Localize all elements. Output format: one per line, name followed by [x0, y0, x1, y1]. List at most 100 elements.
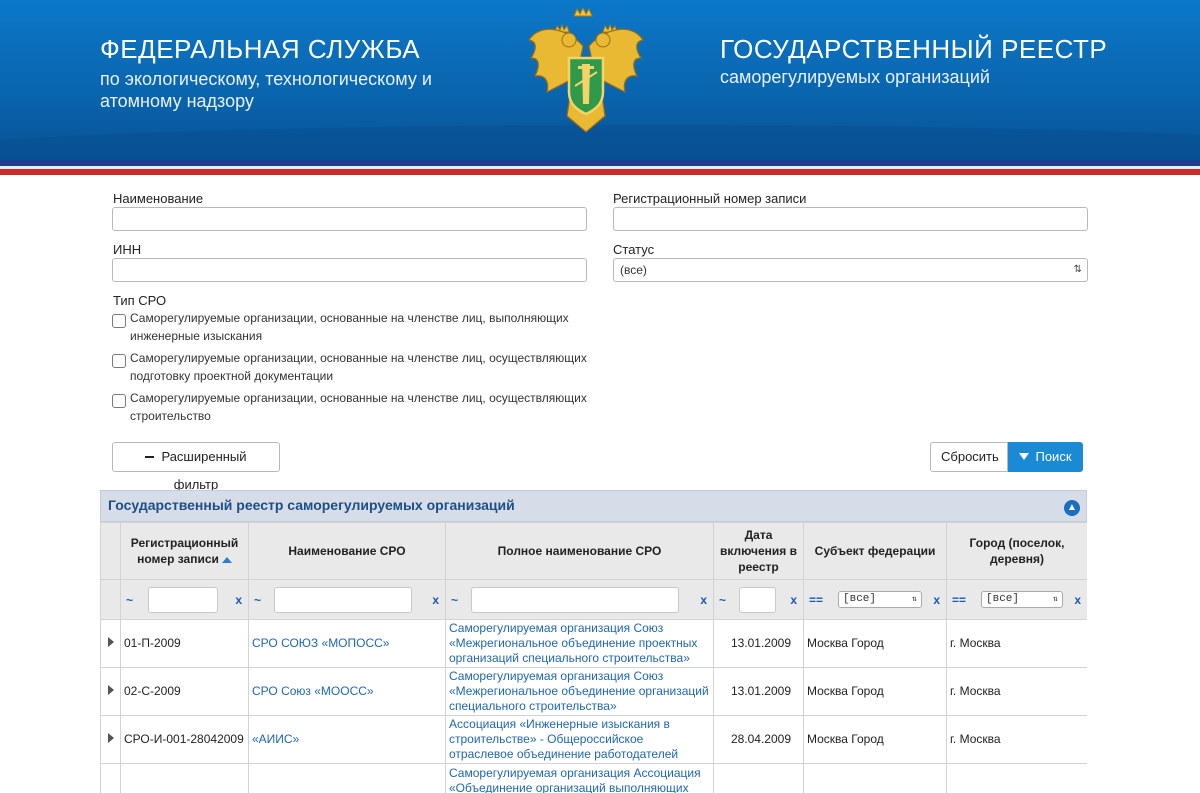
row-expand-toggle[interactable]	[100, 763, 121, 793]
sro-name-link[interactable]: «АИИС»	[252, 732, 299, 746]
cell-subject: Москва Город	[803, 667, 947, 716]
column-header-date[interactable]: Дата включения в реестр	[713, 522, 804, 580]
table-row[interactable]: Саморегулируемая организация Ассоциация …	[100, 763, 1087, 793]
advanced-filter-button[interactable]: Расширенный фильтр	[112, 442, 280, 492]
name-input[interactable]	[112, 207, 587, 231]
minus-icon	[145, 455, 155, 458]
column-header-sro-name[interactable]: Наименование СРО	[248, 522, 446, 580]
cell-date	[713, 763, 804, 793]
table-row[interactable]: СРО-И-001-28042009 «АИИС» Ассоциация «Ин…	[100, 715, 1087, 764]
cell-subject: Москва Город	[803, 715, 947, 764]
sro-type-label: Тип СРО	[113, 293, 167, 308]
registry-panel-title: Государственный реестр саморегулируемых …	[100, 490, 1087, 522]
filter-cell-expand	[100, 579, 121, 620]
row-expand-toggle[interactable]	[100, 715, 121, 764]
expand-triangle-icon[interactable]	[107, 733, 114, 743]
filter-clear-icon[interactable]: x	[790, 593, 797, 607]
filter-cell-sro-full-name: ~ x	[445, 579, 714, 620]
filter-op-eq[interactable]: ==	[952, 593, 966, 607]
cell-subject	[803, 763, 947, 793]
expand-triangle-icon[interactable]	[107, 637, 114, 647]
column-header-reg-number[interactable]: Регистрационный номер записи	[120, 522, 249, 580]
registry-title-block: ГОСУДАРСТВЕННЫЙ РЕЕСТР саморегулируемых …	[720, 34, 1107, 88]
cell-sro-full-name: Саморегулируемая организация Союз «Межре…	[445, 619, 714, 668]
row-expand-toggle[interactable]	[100, 667, 121, 716]
search-button-label: Поиск	[1035, 449, 1072, 464]
checkbox[interactable]	[112, 314, 126, 328]
cell-city	[946, 763, 1087, 793]
table-header-row: Регистрационный номер записи Наименовани…	[100, 522, 1087, 580]
filter-cell-reg-number: ~ x	[120, 579, 249, 620]
row-expand-toggle[interactable]	[100, 619, 121, 668]
table-filter-row: ~ x ~ x ~ x ~ x == [все] ⇅ x == [все] ⇅ …	[100, 579, 1087, 620]
filter-op-like[interactable]: ~	[126, 593, 133, 607]
registry-panel: Государственный реестр саморегулируемых …	[100, 490, 1087, 793]
name-label: Наименование	[113, 191, 204, 206]
collapse-up-icon[interactable]: ▲	[1064, 500, 1080, 516]
filter-clear-icon[interactable]: x	[933, 593, 940, 607]
sro-name-link[interactable]: СРО СОЮЗ «МОПОСС»	[252, 636, 389, 650]
filter-clear-icon[interactable]: x	[1074, 593, 1081, 607]
sro-name-link[interactable]: СРО Союз «МООСС»	[252, 684, 374, 698]
cell-sro-full-name: Саморегулируемая организация Ассоциация …	[445, 763, 714, 793]
cell-sro-name: СРО Союз «МООСС»	[248, 667, 446, 716]
cell-sro-full-name: Ассоциация «Инженерные изыскания в строи…	[445, 715, 714, 764]
inn-input[interactable]	[112, 258, 587, 282]
registry-header-title: ГОСУДАРСТВЕННЫЙ РЕЕСТР	[720, 34, 1108, 64]
registry-table: Регистрационный номер записи Наименовани…	[100, 522, 1087, 793]
cell-reg-number: 02-С-2009	[120, 667, 249, 716]
sro-full-name-link[interactable]: Саморегулируемая организация Союз «Межре…	[449, 669, 709, 713]
column-header-subject[interactable]: Субъект федерации	[803, 522, 947, 580]
status-label: Статус	[613, 242, 655, 257]
cell-sro-name	[248, 763, 446, 793]
inn-label: ИНН	[113, 242, 142, 257]
filter-select-city[interactable]: [все] ⇅	[981, 591, 1063, 608]
filter-op-eq[interactable]: ==	[809, 593, 823, 607]
cell-city: г. Москва	[946, 667, 1087, 716]
sro-type-option-label: Саморегулируемые организации, основанные…	[130, 351, 587, 383]
sro-type-option-label: Саморегулируемые организации, основанные…	[130, 391, 587, 423]
expand-column-header	[100, 522, 121, 580]
filter-input-date[interactable]	[739, 587, 776, 613]
sro-full-name-link[interactable]: Саморегулируемая организация Ассоциация …	[449, 766, 701, 793]
filter-op-like[interactable]: ~	[254, 593, 261, 607]
column-header-city[interactable]: Город (поселок, деревня)	[946, 522, 1087, 580]
filter-clear-icon[interactable]: x	[235, 593, 242, 607]
sro-full-name-link[interactable]: Ассоциация «Инженерные изыскания в строи…	[449, 717, 678, 761]
sro-full-name-link[interactable]: Саморегулируемая организация Союз «Межре…	[449, 621, 697, 665]
reset-button[interactable]: Сбросить	[930, 442, 1008, 472]
table-row[interactable]: 01-П-2009 СРО СОЮЗ «МОПОСС» Саморегулиру…	[100, 619, 1087, 668]
cell-reg-number	[120, 763, 249, 793]
filter-cell-date: ~ x	[713, 579, 804, 620]
cell-date: 13.01.2009	[713, 667, 804, 716]
cell-sro-name: «АИИС»	[248, 715, 446, 764]
sort-asc-icon[interactable]	[221, 556, 232, 563]
cell-reg-number: СРО-И-001-28042009	[120, 715, 249, 764]
column-header-sro-full-name[interactable]: Полное наименование СРО	[445, 522, 714, 580]
reg-number-label: Регистрационный номер записи	[613, 191, 807, 206]
filter-select-subject[interactable]: [все] ⇅	[838, 591, 922, 608]
select-updown-icon: ⇅	[912, 595, 917, 604]
search-button[interactable]: Поиск	[1008, 442, 1083, 472]
agency-title: ФЕДЕРАЛЬНАЯ СЛУЖБА	[100, 34, 421, 64]
filter-input-sro-full-name[interactable]	[471, 587, 679, 613]
filter-input-sro-name[interactable]	[274, 587, 412, 613]
expand-triangle-icon[interactable]	[107, 685, 114, 695]
table-row[interactable]: 02-С-2009 СРО Союз «МООСС» Саморегулируе…	[100, 667, 1087, 716]
flag-stripe-red	[0, 169, 1200, 175]
filter-funnel-icon	[1019, 453, 1030, 461]
checkbox[interactable]	[112, 394, 126, 408]
cell-city: г. Москва	[946, 619, 1087, 668]
filter-clear-icon[interactable]: x	[700, 593, 707, 607]
reg-number-input[interactable]	[613, 207, 1088, 231]
cell-sro-full-name: Саморегулируемая организация Союз «Межре…	[445, 667, 714, 716]
select-updown-icon: ⇅	[1073, 264, 1082, 275]
status-select[interactable]: (все) ⇅	[613, 258, 1088, 282]
filter-op-like[interactable]: ~	[719, 593, 726, 607]
filter-input-reg-number[interactable]	[148, 587, 218, 613]
sro-type-option-label: Саморегулируемые организации, основанные…	[130, 311, 569, 343]
agency-subtitle: по экологическому, технологическому и ат…	[100, 69, 432, 111]
checkbox[interactable]	[112, 354, 126, 368]
filter-clear-icon[interactable]: x	[432, 593, 439, 607]
filter-op-like[interactable]: ~	[451, 593, 458, 607]
